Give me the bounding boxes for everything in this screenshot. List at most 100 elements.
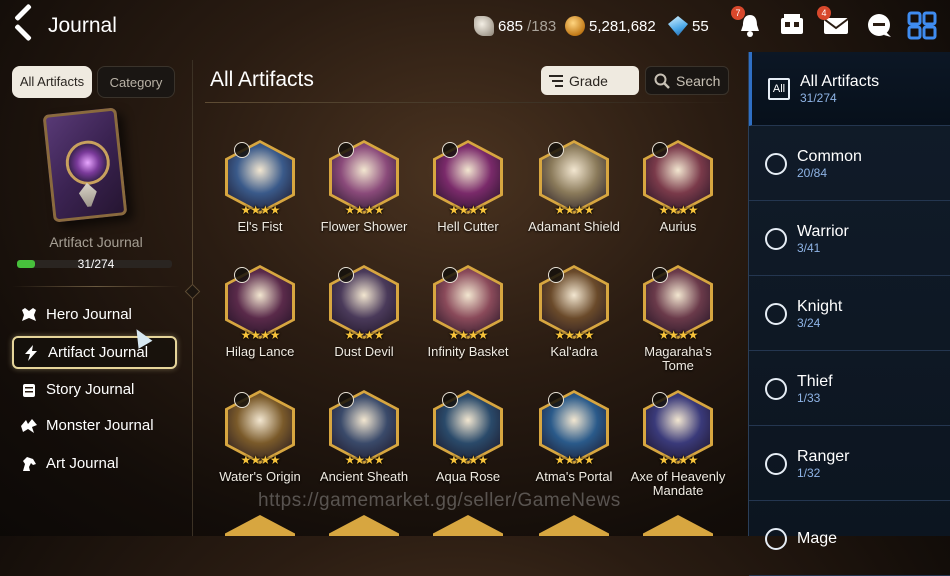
artifact-card-partial[interactable] xyxy=(643,515,713,536)
category-text: Warrior 3/41 xyxy=(797,222,849,255)
tab-category[interactable]: Category xyxy=(97,66,175,98)
class-badge-icon xyxy=(442,267,458,283)
top-bar: Journal 685/183 5,281,682 55 7 4 xyxy=(0,0,950,52)
nav-art-journal[interactable]: Art Journal xyxy=(12,447,177,480)
nav-label: Story Journal xyxy=(46,381,135,398)
category-ranger[interactable]: Ranger 1/32 xyxy=(749,427,950,501)
category-count: 1/33 xyxy=(797,391,821,405)
class-badge-icon xyxy=(652,142,668,158)
artifact-card[interactable]: ★★★★ Kal'adra xyxy=(524,265,624,359)
nav-monster-journal[interactable]: Monster Journal xyxy=(12,409,177,442)
search-label: Search xyxy=(676,72,721,89)
category-all-artifacts[interactable]: All All Artifacts 31/274 xyxy=(749,52,950,126)
nav-hero-journal[interactable]: Hero Journal xyxy=(12,298,177,331)
artifact-card[interactable]: ★★★★ Hell Cutter xyxy=(418,140,518,234)
artifact-card-partial[interactable] xyxy=(539,515,609,536)
artifact-card[interactable]: ★★★★ Water's Origin xyxy=(210,390,310,484)
artifact-card[interactable]: ★★★★ Ancient Sheath xyxy=(314,390,414,484)
grade-sort-button[interactable]: Grade xyxy=(541,66,639,95)
category-thief[interactable]: Thief 1/33 xyxy=(749,352,950,426)
star-rating: ★★★★ xyxy=(554,328,594,342)
category-count: 3/24 xyxy=(797,316,821,330)
page-title: Journal xyxy=(48,14,117,37)
artifact-card-partial[interactable] xyxy=(433,515,503,536)
star-rating: ★★★★ xyxy=(240,328,280,342)
star-rating: ★★★★ xyxy=(344,328,384,342)
artifact-card[interactable]: ★★★★ Infinity Basket xyxy=(418,265,518,359)
menu-grid-icon[interactable] xyxy=(907,10,937,40)
class-badge-icon xyxy=(548,267,564,283)
nav-story-journal[interactable]: Story Journal xyxy=(12,373,177,406)
common-icon xyxy=(765,152,787,175)
warrior-icon xyxy=(765,227,787,250)
category-common[interactable]: Common 20/84 xyxy=(749,127,950,201)
gold-coin-icon xyxy=(565,16,585,36)
class-badge-icon xyxy=(338,142,354,158)
gold-amount: 5,281,682 xyxy=(589,17,656,35)
journal-name: Artifact Journal xyxy=(49,234,143,250)
scroll-icon xyxy=(23,383,35,397)
artifact-card-partial[interactable] xyxy=(225,515,295,536)
artifact-card[interactable]: ★★★★ El's Fist xyxy=(210,140,310,234)
nav-artifact-journal[interactable]: Artifact Journal xyxy=(12,336,177,369)
category-label: Knight xyxy=(797,298,843,315)
category-count: 1/32 xyxy=(797,466,821,480)
category-warrior[interactable]: Warrior 3/41 xyxy=(749,202,950,276)
artifact-card[interactable]: ★★★★ Adamant Shield xyxy=(524,140,624,234)
class-badge-icon xyxy=(442,142,458,158)
artifact-card[interactable]: ★★★★ Flower Shower xyxy=(314,140,414,234)
star-rating: ★★★★ xyxy=(554,203,594,217)
mail-icon[interactable]: 4 xyxy=(817,6,851,40)
artifact-card[interactable]: ★★★★ Aqua Rose xyxy=(418,390,518,484)
chat-icon[interactable] xyxy=(864,10,894,40)
artifact-name: Flower Shower xyxy=(320,219,408,234)
all-icon: All xyxy=(768,77,790,100)
stamina-max: /183 xyxy=(527,17,557,35)
star-rating: ★★★★ xyxy=(240,203,280,217)
nav-label: Monster Journal xyxy=(46,417,154,434)
star-rating: ★★★★ xyxy=(344,453,384,467)
artifact-card[interactable]: ★★★★ Hilag Lance xyxy=(210,265,310,359)
collection-progress-text: 31/274 xyxy=(77,257,115,271)
category-label: Warrior xyxy=(797,223,849,240)
artifact-card-partial[interactable] xyxy=(329,515,399,536)
knight-icon xyxy=(765,302,787,325)
artifact-card[interactable]: ★★★★ Axe of Heavenly Mandate xyxy=(628,390,728,498)
grade-label: Grade xyxy=(569,72,608,89)
back-arrow-icon[interactable] xyxy=(12,10,40,40)
artifact-name: Adamant Shield xyxy=(528,219,620,234)
class-badge-icon xyxy=(234,267,250,283)
tab-all-artifacts[interactable]: All Artifacts xyxy=(12,66,92,98)
class-badge-icon xyxy=(338,392,354,408)
search-icon xyxy=(654,73,670,89)
class-badge-icon xyxy=(548,392,564,408)
category-knight[interactable]: Knight 3/24 xyxy=(749,277,950,351)
artifact-card[interactable]: ★★★★ Atma's Portal xyxy=(524,390,624,484)
category-text: Ranger 1/32 xyxy=(797,447,849,480)
mage-icon xyxy=(765,527,787,550)
notification-bell-icon[interactable]: 7 xyxy=(731,6,765,40)
category-panel: All All Artifacts 31/274 Common 20/84 Warrior… xyxy=(748,52,950,576)
category-label: Ranger xyxy=(797,448,850,465)
category-text: Knight 3/24 xyxy=(797,297,842,330)
crystal-amount: 55 xyxy=(692,17,709,35)
crystal-icon xyxy=(668,16,688,36)
search-button[interactable]: Search xyxy=(645,66,729,95)
category-label: Common xyxy=(797,148,862,165)
artifact-name: Kal'adra xyxy=(550,344,598,359)
artifact-card[interactable]: ★★★★ Aurius xyxy=(628,140,728,234)
artifact-name: Aqua Rose xyxy=(435,469,501,484)
class-badge-icon xyxy=(442,392,458,408)
artifact-name: Axe of Heavenly Mandate xyxy=(630,469,726,498)
artifact-card[interactable]: ★★★★ Magaraha's Tome xyxy=(628,265,728,373)
category-mage[interactable]: Mage xyxy=(749,502,950,576)
artifact-card[interactable]: ★★★★ Dust Devil xyxy=(314,265,414,359)
class-badge-icon xyxy=(234,392,250,408)
category-count: 31/274 xyxy=(800,91,837,105)
artifact-name: Hell Cutter xyxy=(437,219,499,234)
artifact-journal-book-image xyxy=(42,107,128,223)
dragon-icon xyxy=(21,418,37,433)
artifact-name: Water's Origin xyxy=(219,469,301,484)
nav-label: Artifact Journal xyxy=(48,344,149,361)
guild-icon[interactable] xyxy=(777,10,807,40)
